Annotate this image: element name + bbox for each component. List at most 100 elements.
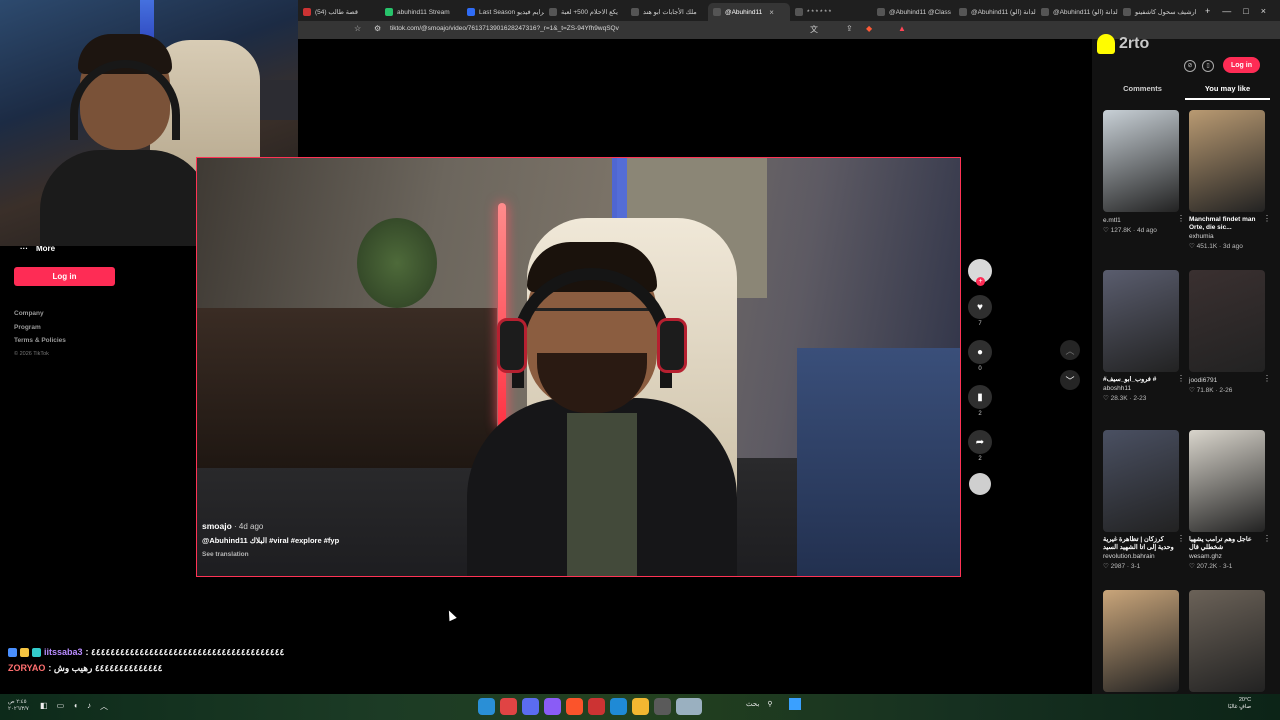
app-icon[interactable] [588,698,605,715]
browser-tab[interactable]: Last Season برايم فيديو [462,3,544,21]
translate-icon[interactable]: 文 [810,24,818,35]
obs-icon[interactable] [544,698,561,715]
share-icon[interactable]: ➦ [968,430,992,454]
sidebar-login-button[interactable]: Log in [14,267,115,286]
browser-tab[interactable]: * * * * * * [790,3,872,21]
card-menu-icon[interactable]: ⋮ [1177,534,1185,543]
discord-icon[interactable] [522,698,539,715]
card-username[interactable]: e.mtl1 [1103,217,1179,224]
video-author[interactable]: smoajo [202,521,232,531]
tab-you-may-like[interactable]: You may like [1185,84,1270,100]
browser-tab[interactable]: (54) قصة طالب [298,3,380,21]
video-nav: ︿ ﹀ [1060,340,1080,390]
footer-link-company[interactable]: Company [14,307,66,321]
taskbar-search[interactable]: بحث ⚲ [746,700,772,708]
see-translation-link[interactable]: See translation [202,551,339,558]
browser-tab[interactable]: يكع الاحلام 500+ لعبة [544,3,626,21]
taskbar-clock[interactable]: ٢:٤٥ ص ٢٠٢٦/٣/٧ [8,699,29,713]
recommended-video-card[interactable]: #فروب_ابو_سيف # aboshh11 ♡ 28.3K · 2-23 ⋮ [1103,270,1185,430]
music-disc-icon[interactable] [969,473,991,495]
url-field[interactable]: tiktok.com/@smoajo/video/761371390162824… [390,25,619,32]
card-username[interactable]: joodi6791 [1189,377,1265,384]
browser-tab[interactable]: @Abuhind11 @Class [872,3,954,21]
footer-link-program[interactable]: Program [14,321,66,335]
tab-label: abuhind11 Stream [397,8,450,16]
card-menu-icon[interactable]: ⋮ [1263,214,1271,223]
card-menu-icon[interactable]: ⋮ [1263,534,1271,543]
video-thumbnail[interactable] [1189,590,1265,692]
footer-link-terms[interactable]: Terms & Policies [14,334,66,348]
chat-badge-icon [32,647,41,657]
browser-tab[interactable]: abuhind11 Stream [380,3,462,21]
video-thumbnail[interactable] [1103,110,1179,212]
volume-icon[interactable]: ◖ [73,701,78,712]
terminal-icon[interactable] [654,698,671,715]
card-username[interactable]: wesam.ghz [1189,553,1265,560]
windows-start-icon[interactable] [789,698,801,710]
bookmark-star-icon[interactable]: ☆ [354,24,361,33]
rewards-icon[interactable]: ▲ [898,24,906,33]
panel-login-button[interactable]: Log in [1223,57,1260,73]
telegram-icon[interactable] [478,698,495,715]
card-username[interactable]: exhumia [1189,233,1265,240]
tray-chevron-icon[interactable]: ︿ [100,701,108,712]
chat-line: iitssaba3 : ٤٤٤٤٤٤٤٤٤٤٤٤٤٤٤٤٤٤٤٤٤٤٤٤٤٤٤٤… [8,644,284,660]
close-tab-icon[interactable]: × [769,8,774,17]
comment-icon[interactable]: ● [968,340,992,364]
card-menu-icon[interactable]: ⋮ [1177,374,1185,383]
brave-shield-icon[interactable]: ◆ [866,24,872,33]
card-username[interactable]: revolution.bahrain [1103,553,1179,560]
video-thumbnail[interactable] [1103,430,1179,532]
site-info-icon[interactable]: ⚙ [374,24,381,33]
widget-icon[interactable] [676,698,702,715]
browser-tab[interactable]: ارشيف سحول كاشفينو [1118,3,1200,21]
panel-tabs: Comments You may like [1100,84,1270,100]
maximize-button[interactable]: □ [1243,6,1248,16]
notification-icon[interactable]: ◧ [40,701,48,712]
follow-plus-icon[interactable]: + [976,277,985,286]
file-explorer-icon[interactable] [632,698,649,715]
next-video-button[interactable]: ﹀ [1060,370,1080,390]
close-window-button[interactable]: × [1261,6,1266,16]
browser-tab[interactable]: @Abuhind11 × [708,3,790,21]
video-thumbnail[interactable] [1103,590,1179,692]
video-thumbnail[interactable] [1189,270,1265,372]
video-player[interactable]: smoajo · 4d ago @Abuhind11 البلاك #viral… [196,157,961,577]
video-caption: smoajo · 4d ago @Abuhind11 البلاك #viral… [202,521,339,558]
previous-video-button[interactable]: ︿ [1060,340,1080,360]
headphone-cup-right [657,318,687,373]
chat-username[interactable]: iitssaba3 [44,644,83,660]
weather-widget[interactable]: 20°C صافٍ غالبًا [1228,697,1251,711]
minimize-button[interactable]: — [1222,6,1231,16]
bookmark-icon[interactable]: ▮ [968,385,992,409]
video-thumbnail[interactable] [1189,110,1265,212]
video-thumbnail[interactable] [1103,270,1179,372]
recommended-video-card[interactable]: Manchmal findet man Orte, die sic... exhu… [1189,110,1271,270]
card-menu-icon[interactable]: ⋮ [1263,374,1271,383]
card-username[interactable]: aboshh11 [1103,385,1179,392]
device-icon[interactable]: ▯ [1202,60,1214,72]
recommended-video-card[interactable]: e.mtl1 ♡ 127.8K · 4d ago ⋮ [1103,110,1185,270]
webcam-person [40,34,210,246]
weather-temp: 20°C [1238,697,1252,703]
card-menu-icon[interactable]: ⋮ [1177,214,1185,223]
network-icon[interactable]: ▭ [57,701,65,712]
share-page-icon[interactable]: ⇪ [846,24,853,33]
browser-tab[interactable]: @Abuhind11 الدانة (الو) [1036,3,1118,21]
block-icon[interactable]: ⊘ [1184,60,1196,72]
edge-icon[interactable] [610,698,627,715]
recommended-video-card[interactable]: كرزكان | تظاهرة غيرية وحدية إلى اتا الشه… [1103,430,1185,590]
brave-icon[interactable] [566,698,583,715]
new-tab-button[interactable]: + [1205,6,1210,16]
recommended-video-card[interactable]: عاجل وهم ترامب يشهيا شخطلي قال wesam.ghz ♡… [1189,430,1271,590]
like-icon[interactable]: ♥ [968,295,992,319]
chrome-icon[interactable] [500,698,517,715]
browser-tab[interactable]: ملك الأجابات ابو هند [626,3,708,21]
video-thumbnail[interactable] [1189,430,1265,532]
browser-tab[interactable]: @Abuhind11 الدانة (الو) [954,3,1036,21]
author-avatar[interactable]: + [968,259,992,286]
recommended-video-card[interactable]: joodi6791 ♡ 71.8K · 2-26 ⋮ [1189,270,1271,430]
tab-comments[interactable]: Comments [1100,84,1185,100]
chat-username[interactable]: ZORYAO [8,660,45,676]
mic-icon[interactable]: ♪ [87,701,91,712]
